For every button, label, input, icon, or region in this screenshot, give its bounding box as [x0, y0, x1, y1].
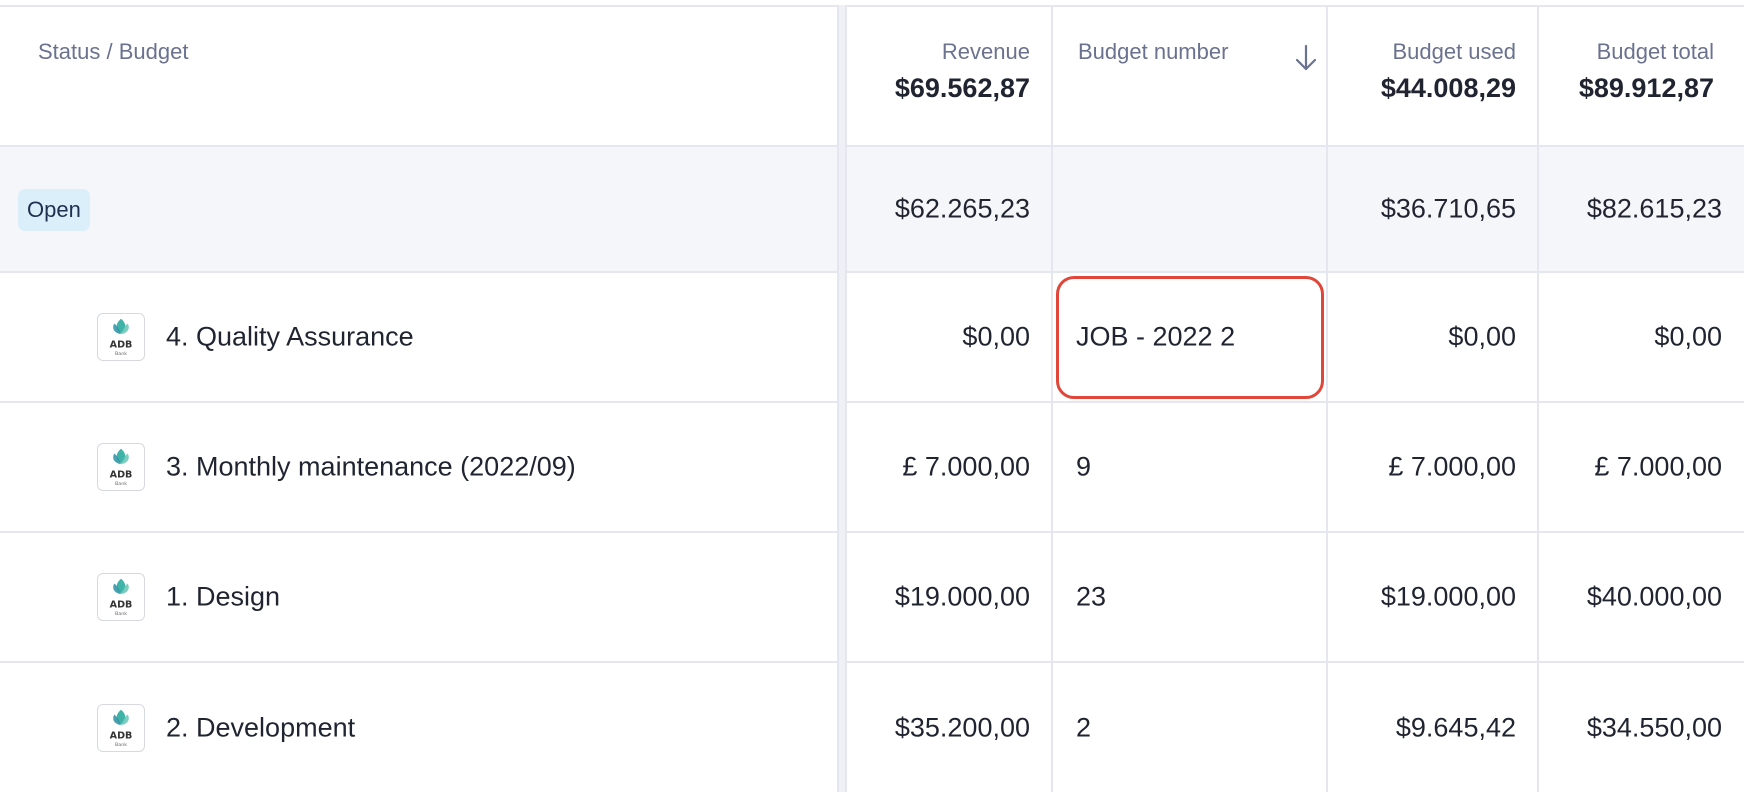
budget-used-cell: $9.645,42 — [1328, 663, 1538, 793]
arrow-down-icon[interactable] — [1293, 43, 1319, 73]
company-logo-icon: ADB Bank — [97, 313, 145, 361]
budget-total-cell: $34.550,00 — [1539, 663, 1744, 793]
budget-number-cell[interactable]: 23 — [1053, 533, 1327, 661]
revenue-value: $0,00 — [962, 321, 1030, 352]
budget-used-value: $19.000,00 — [1380, 581, 1516, 612]
company-logo-icon: ADB Bank — [97, 443, 145, 491]
budget-number-value: 9 — [1076, 451, 1092, 482]
revenue-cell: $0,00 — [848, 273, 1052, 401]
group-budget-used: $36.710,65 — [1380, 193, 1516, 224]
header-revenue[interactable]: Revenue $69.562,87 — [848, 7, 1052, 145]
revenue-cell: $19.000,00 — [848, 533, 1052, 661]
budget-used-cell: $19.000,00 — [1328, 533, 1538, 661]
header-budget-used-label: Budget used — [1392, 39, 1516, 64]
budget-used-cell: $0,00 — [1328, 273, 1538, 401]
table-header: Status / Budget Revenue $69.562,87 Budge… — [0, 5, 1744, 147]
company-logo-icon: ADB Bank — [97, 704, 145, 752]
revenue-value: $35.200,00 — [894, 712, 1030, 743]
budget-total-cell: £ 7.000,00 — [1539, 403, 1744, 531]
budget-number-cell[interactable]: 9 — [1053, 403, 1327, 531]
budget-number-cell[interactable]: 2 — [1053, 663, 1327, 793]
budget-total-cell: $0,00 — [1539, 273, 1744, 401]
budget-used-value: $9.645,42 — [1395, 712, 1516, 743]
budget-used-value: £ 7.000,00 — [1388, 451, 1516, 482]
column-divider — [1537, 5, 1539, 792]
svg-text:Bank: Bank — [115, 742, 127, 748]
group-row-open[interactable]: Open $62.265,23 $36.710,65 $82.615,23 — [0, 147, 1744, 273]
budget-number-value: 23 — [1076, 581, 1107, 612]
revenue-cell: £ 7.000,00 — [848, 403, 1052, 531]
budget-name[interactable]: 1. Design — [166, 582, 280, 613]
header-budget-used[interactable]: Budget used $44.008,29 — [1328, 7, 1538, 145]
header-budget-number-label: Budget number — [1078, 39, 1229, 64]
header-budget-total-label: Budget total — [1596, 39, 1714, 64]
group-budget-number-cell — [1053, 147, 1327, 271]
budget-table: Status / Budget Revenue $69.562,87 Budge… — [0, 0, 1744, 793]
table-row[interactable]: ADB Bank 3. Monthly maintenance (2022/09… — [0, 403, 1744, 533]
group-revenue-cell: $62.265,23 — [848, 147, 1052, 271]
svg-text:Bank: Bank — [115, 481, 127, 487]
table-row[interactable]: ADB Bank 1. Design $19.000,00 23 $19.000… — [0, 533, 1744, 663]
group-revenue: $62.265,23 — [894, 193, 1030, 224]
column-divider — [1051, 5, 1053, 792]
header-status-budget-label: Status / Budget — [38, 39, 189, 64]
budget-number-cell[interactable]: JOB - 2022 2 — [1053, 273, 1327, 401]
budget-total-value: £ 7.000,00 — [1594, 451, 1722, 482]
table-row[interactable]: ADB Bank 4. Quality Assurance $0,00 JOB … — [0, 273, 1744, 403]
budget-total-value: $0,00 — [1654, 321, 1722, 352]
revenue-value: $19.000,00 — [894, 581, 1030, 612]
header-budget-total-total: $89.912,87 — [1578, 73, 1714, 103]
revenue-value: £ 7.000,00 — [902, 451, 1030, 482]
svg-text:ADB: ADB — [110, 470, 133, 481]
budget-used-cell: £ 7.000,00 — [1328, 403, 1538, 531]
budget-number-value: 2 — [1076, 712, 1092, 743]
column-resize-handle[interactable] — [837, 5, 847, 792]
column-divider — [1326, 5, 1328, 792]
header-revenue-total: $69.562,87 — [894, 73, 1030, 103]
company-logo-icon: ADB Bank — [97, 573, 145, 621]
svg-text:ADB: ADB — [110, 731, 133, 742]
budget-name[interactable]: 4. Quality Assurance — [166, 322, 414, 353]
budget-used-value: $0,00 — [1448, 321, 1516, 352]
header-budget-used-total: $44.008,29 — [1380, 73, 1516, 103]
budget-total-value: $40.000,00 — [1586, 581, 1722, 612]
svg-text:Bank: Bank — [115, 351, 127, 357]
svg-text:Bank: Bank — [115, 611, 127, 617]
header-budget-number[interactable]: Budget number — [1053, 7, 1327, 145]
svg-text:ADB: ADB — [110, 340, 133, 351]
header-revenue-label: Revenue — [941, 39, 1030, 64]
header-budget-total[interactable]: Budget total $89.912,87 — [1539, 7, 1744, 145]
budget-total-cell: $40.000,00 — [1539, 533, 1744, 661]
table-row[interactable]: ADB Bank 2. Development $35.200,00 2 $9.… — [0, 663, 1744, 793]
svg-text:ADB: ADB — [110, 600, 133, 611]
budget-name[interactable]: 2. Development — [166, 713, 355, 744]
budget-number-value: JOB - 2022 2 — [1076, 321, 1236, 352]
group-budget-used-cell: $36.710,65 — [1328, 147, 1538, 271]
group-budget-total-cell: $82.615,23 — [1539, 147, 1744, 271]
status-badge[interactable]: Open — [18, 189, 90, 231]
budget-total-value: $34.550,00 — [1586, 712, 1722, 743]
header-status-budget[interactable]: Status / Budget — [0, 7, 838, 145]
revenue-cell: $35.200,00 — [848, 663, 1052, 793]
group-budget-total: $82.615,23 — [1586, 193, 1722, 224]
budget-name[interactable]: 3. Monthly maintenance (2022/09) — [166, 452, 576, 483]
